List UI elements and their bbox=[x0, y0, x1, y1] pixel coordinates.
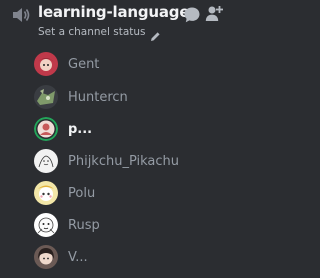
voice-member-name: p... bbox=[68, 121, 93, 137]
channel-header[interactable]: learning-language Set a channel status bbox=[0, 0, 249, 44]
sketch-avatar bbox=[34, 149, 58, 173]
white-cartoon-avatar bbox=[34, 213, 58, 237]
chat-bubble-icon[interactable] bbox=[183, 6, 201, 24]
voice-member[interactable]: V... bbox=[34, 242, 214, 272]
channel-status-placeholder: Set a channel status bbox=[38, 26, 146, 38]
voice-member-name: Phijkchu_Pikachu bbox=[68, 153, 180, 169]
channel-status[interactable]: Set a channel status bbox=[38, 25, 161, 41]
yellow-cartoon-avatar bbox=[34, 181, 58, 205]
green-robot-avatar bbox=[34, 85, 58, 109]
voice-member[interactable]: Polu bbox=[34, 178, 214, 208]
voice-member-name: Polu bbox=[68, 185, 96, 201]
voice-member-name: Huntercn bbox=[68, 89, 128, 105]
green-ring-avatar bbox=[34, 117, 58, 141]
dark-hair-avatar bbox=[34, 245, 58, 269]
pencil-icon[interactable] bbox=[150, 27, 161, 41]
voice-member-name: V... bbox=[68, 249, 88, 265]
voice-member[interactable]: Rusp bbox=[34, 210, 214, 240]
voice-member[interactable]: p... bbox=[34, 114, 214, 144]
voice-member-name: Gent bbox=[68, 56, 100, 72]
speaker-muted-icon bbox=[11, 6, 31, 24]
channel-name[interactable]: learning-language bbox=[38, 3, 189, 21]
voice-channel-panel: learning-language Set a channel status G… bbox=[0, 0, 249, 278]
add-user-icon[interactable] bbox=[205, 5, 223, 23]
voice-member[interactable]: Phijkchu_Pikachu bbox=[34, 146, 214, 176]
voice-member-name: Rusp bbox=[68, 217, 100, 233]
red-anime-avatar bbox=[34, 52, 58, 76]
voice-member[interactable]: Huntercn bbox=[34, 82, 214, 112]
voice-member[interactable]: Gent bbox=[34, 49, 214, 79]
